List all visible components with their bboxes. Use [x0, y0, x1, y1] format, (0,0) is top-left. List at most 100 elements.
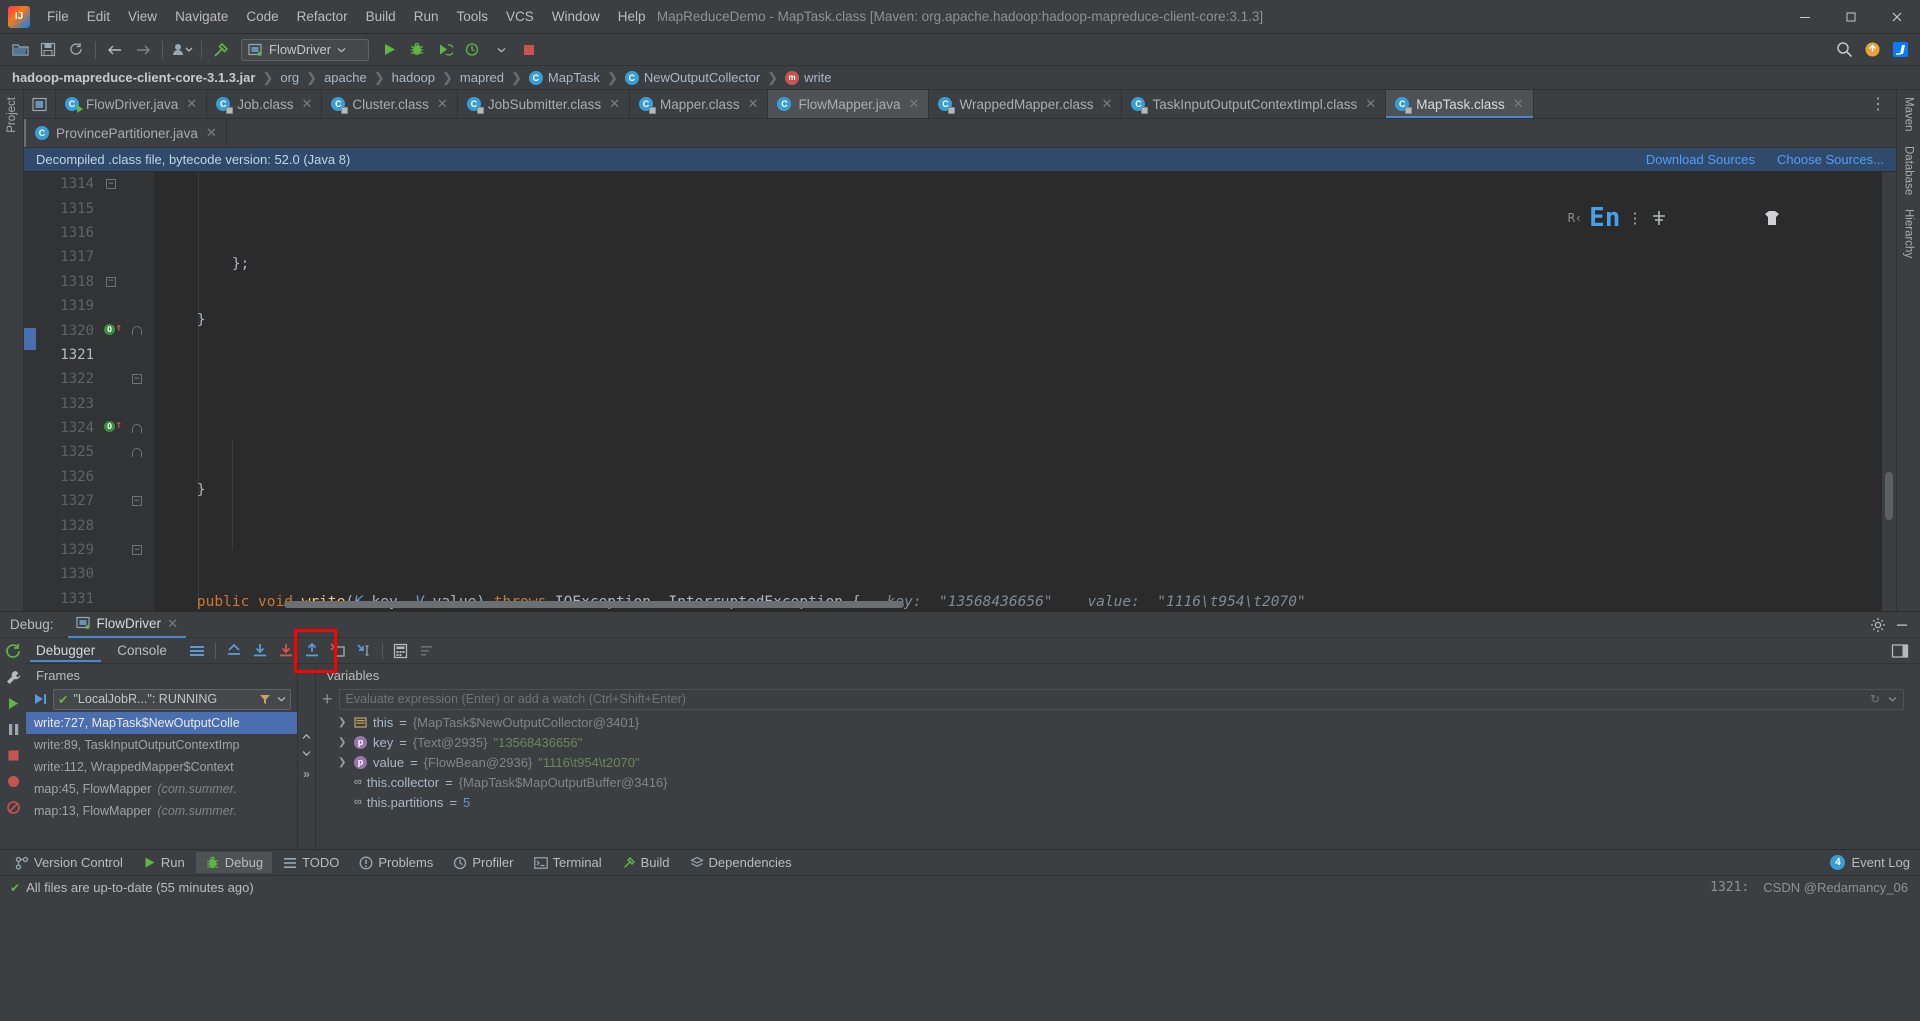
menu-vcs[interactable]: VCS — [497, 5, 543, 28]
tab-close-icon[interactable]: ✕ — [748, 96, 759, 112]
breadcrumb-item-jar[interactable]: hadoop-mapreduce-client-core-3.1.3.jar — [12, 70, 255, 85]
tab-job-class[interactable]: C Job.class ✕ — [207, 90, 323, 118]
override-marker-icon[interactable]: O ↑ — [98, 419, 124, 435]
step-over-icon[interactable] — [248, 640, 272, 662]
menu-bar[interactable]: File Edit View Navigate Code Refactor Bu… — [38, 5, 655, 28]
code-line-1315[interactable]: } — [154, 308, 1882, 332]
tab-wrappedmapper-class[interactable]: C WrappedMapper.class ✕ — [929, 90, 1123, 118]
bottom-tab-version-control[interactable]: Version Control — [6, 852, 132, 873]
gutter-line[interactable]: 1315 — [36, 196, 154, 220]
tab-close-icon[interactable]: ✕ — [1513, 96, 1524, 112]
thread-selector[interactable]: ✔ "LocalJobR...": RUNNING — [53, 688, 291, 710]
breadcrumb-item-hadoop[interactable]: hadoop — [392, 70, 435, 85]
gutter-line[interactable]: 1316 — [36, 221, 154, 245]
forward-icon[interactable] — [130, 38, 156, 62]
run-to-cursor-icon[interactable] — [352, 640, 376, 662]
frame-item[interactable]: map:13, FlowMapper (com.summer. — [26, 800, 297, 822]
expand-arrow-icon[interactable]: ❯ — [338, 717, 348, 728]
editor-scrollbar-markers[interactable] — [1882, 172, 1896, 611]
tab-overflow-menu-icon[interactable]: ⋮ — [1860, 90, 1896, 118]
breadcrumb-item-apache[interactable]: apache — [324, 70, 367, 85]
menu-run[interactable]: Run — [405, 5, 448, 28]
bottom-tab-problems[interactable]: Problems — [350, 852, 442, 873]
expand-arrow-icon[interactable]: ❯ — [338, 757, 348, 768]
tab-jobsubmitter-class[interactable]: C JobSubmitter.class ✕ — [458, 90, 631, 118]
sync-icon[interactable] — [63, 38, 89, 62]
stop-button[interactable] — [516, 38, 542, 62]
resume-program-icon[interactable] — [5, 695, 22, 712]
sort-values-icon[interactable] — [415, 640, 439, 662]
variables-list[interactable]: ❯ this = {MapTask$NewOutputCollector@340… — [316, 712, 1910, 849]
breadcrumb-item-mapred[interactable]: mapred — [460, 70, 504, 85]
tab-flowmapper-java[interactable]: C FlowMapper.java ✕ — [768, 90, 930, 118]
frame-item[interactable]: write:89, TaskInputOutputContextImp — [26, 734, 297, 756]
tab-cluster-class[interactable]: C Cluster.class ✕ — [322, 90, 458, 118]
event-log-label[interactable]: Event Log — [1851, 855, 1910, 870]
scroll-down-icon[interactable] — [302, 750, 311, 757]
show-execution-point-icon[interactable] — [222, 640, 246, 662]
back-icon[interactable] — [102, 38, 128, 62]
layout-settings-icon[interactable] — [185, 640, 209, 662]
updates-icon[interactable] — [1859, 38, 1885, 62]
evaluate-expression-icon[interactable] — [389, 640, 413, 662]
tab-mapper-class[interactable]: C Mapper.class ✕ — [630, 90, 769, 118]
tab-close-icon[interactable]: ✕ — [206, 125, 217, 141]
run-configuration-selector[interactable]: FlowDriver — [241, 38, 369, 61]
menu-view[interactable]: View — [119, 5, 166, 28]
ime-indicator-widget[interactable]: R‹ En ⋮ — [1568, 176, 1866, 260]
menu-build[interactable]: Build — [357, 5, 405, 28]
tab-close-icon[interactable]: ✕ — [609, 96, 620, 112]
breadcrumb-item-newoutputcollector[interactable]: NewOutputCollector — [644, 70, 760, 85]
add-watch-icon[interactable]: + — [322, 690, 333, 708]
gutter-line[interactable]: 1319 — [36, 294, 154, 318]
run-with-coverage-icon[interactable] — [432, 38, 458, 62]
gutter-line[interactable]: 1330 — [36, 562, 154, 586]
tab-close-icon[interactable]: ✕ — [301, 96, 312, 112]
frame-item[interactable]: map:45, FlowMapper (com.summer. — [26, 778, 297, 800]
gutter-line-1320[interactable]: 1320 O ↑ — [36, 318, 154, 342]
tool-window-hierarchy[interactable]: Hierarchy — [1899, 202, 1919, 265]
ide-icon[interactable] — [1887, 38, 1913, 62]
editor-horizontal-scrollbar[interactable] — [284, 601, 904, 608]
breadcrumb-item-org[interactable]: org — [280, 70, 299, 85]
caret-position[interactable]: 1321: — [1710, 880, 1749, 895]
code-line-1319[interactable] — [154, 534, 1882, 558]
debugger-toolbar[interactable]: Debugger Console — [26, 629, 1920, 673]
filter-icon[interactable] — [259, 694, 271, 705]
hide-panel-icon[interactable] — [1894, 617, 1910, 633]
bottom-tab-debug[interactable]: Debug — [195, 852, 273, 873]
code-line-1318[interactable]: } — [154, 478, 1882, 502]
menu-edit[interactable]: Edit — [78, 5, 119, 28]
profiler-dropdown-icon[interactable] — [488, 38, 514, 62]
chevron-down-icon[interactable] — [277, 696, 286, 702]
editor-gutter[interactable]: 1314− 1315 1316 1317 1318− 1319 1320 O ↑ … — [36, 172, 154, 611]
pause-program-icon[interactable] — [5, 721, 22, 738]
bottom-tool-window-bar[interactable]: Version Control Run Debug TODO Problems … — [0, 849, 1920, 875]
bottom-tab-terminal[interactable]: Terminal — [525, 852, 611, 873]
build-hammer-icon[interactable] — [208, 38, 234, 62]
frame-item[interactable]: write:727, MapTask$NewOutputColle — [26, 712, 297, 734]
tab-close-icon[interactable]: ✕ — [1365, 96, 1376, 112]
minimize-button[interactable] — [1782, 0, 1828, 34]
evaluate-expression-input[interactable]: Evaluate expression (Enter) or add a wat… — [338, 688, 1904, 710]
gutter-line[interactable]: 1329− — [36, 538, 154, 562]
gutter-line[interactable]: 1331 — [36, 587, 154, 611]
tab-close-icon[interactable]: ✕ — [437, 96, 448, 112]
history-icon[interactable]: ↻ — [1870, 692, 1880, 706]
gutter-line[interactable]: 1322− — [36, 367, 154, 391]
tool-window-maven[interactable]: Maven — [1899, 90, 1919, 139]
bottom-tab-dependencies[interactable]: Dependencies — [681, 852, 801, 873]
debug-button[interactable] — [404, 38, 430, 62]
tab-flowdriver-java[interactable]: C FlowDriver.java ✕ — [56, 90, 208, 118]
tab-close-icon[interactable]: ✕ — [186, 96, 197, 112]
variable-row-this-partitions[interactable]: ∞ this.partitions = 5 — [316, 792, 1910, 812]
view-breakpoints-icon[interactable] — [5, 773, 22, 790]
frames-list[interactable]: write:727, MapTask$NewOutputColle write:… — [26, 712, 297, 849]
tab-debugger[interactable]: Debugger — [26, 640, 105, 662]
ime-keyboard-icon[interactable] — [1649, 176, 1754, 260]
gutter-line[interactable]: 1325 — [36, 440, 154, 464]
breadcrumb-item-maptask[interactable]: MapTask — [548, 70, 600, 85]
gutter-line[interactable]: 1314− — [36, 172, 154, 196]
bottom-tab-todo[interactable]: TODO — [274, 852, 348, 873]
expand-debug-panel-icon[interactable] — [1888, 640, 1912, 662]
